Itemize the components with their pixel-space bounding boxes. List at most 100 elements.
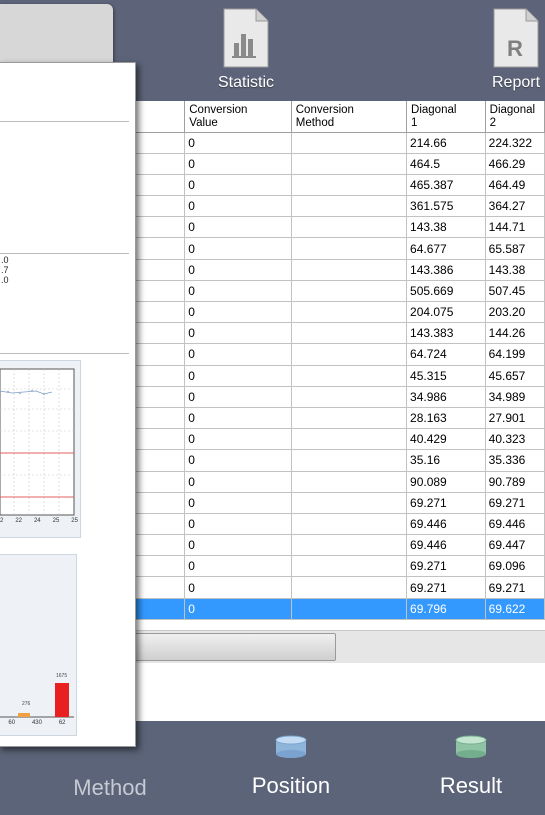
table-row[interactable]: 0 69.271 69.271	[118, 576, 545, 599]
cell-conversion-method[interactable]	[291, 195, 408, 218]
cell-conversion-method[interactable]	[291, 153, 408, 175]
cell-diagonal1[interactable]: 64.724	[406, 343, 486, 366]
cell-diagonal1[interactable]: 35.16	[406, 449, 486, 472]
cell-conversion-value[interactable]: 0	[184, 174, 292, 197]
cell-conversion-method[interactable]	[291, 174, 408, 197]
cell-conversion-value[interactable]: 0	[184, 322, 292, 345]
table-row[interactable]: 0 64.724 64.199	[118, 343, 545, 366]
cell-diagonal1[interactable]: 40.429	[406, 428, 486, 451]
table-row[interactable]: 0 465.387 464.49	[118, 174, 545, 197]
cell-diagonal1[interactable]: 90.089	[406, 471, 486, 493]
cell-conversion-value[interactable]: 0	[184, 576, 292, 599]
table-row[interactable]: 0 45.315 45.657	[118, 365, 545, 387]
cell-conversion-method[interactable]	[291, 301, 408, 324]
table-row[interactable]: 0 35.16 35.336	[118, 449, 545, 472]
method-tab[interactable]: Method	[60, 775, 160, 801]
cell-diagonal2[interactable]: 69.271	[485, 492, 545, 514]
cell-conversion-method[interactable]	[291, 237, 408, 260]
cell-conversion-method[interactable]	[291, 428, 408, 451]
cell-diagonal1[interactable]: 143.386	[406, 259, 486, 281]
cell-conversion-value[interactable]: 0	[184, 365, 292, 387]
cell-diagonal2[interactable]: 507.45	[485, 280, 545, 303]
table-row[interactable]: 0 69.796 69.622	[118, 598, 545, 620]
cell-diagonal1[interactable]: 69.271	[406, 576, 486, 599]
cell-diagonal1[interactable]: 69.796	[406, 598, 486, 620]
table-row[interactable]: 0 64.677 65.587	[118, 237, 545, 260]
horizontal-scrollbar[interactable]	[118, 630, 545, 663]
cell-diagonal1[interactable]: 45.315	[406, 365, 486, 387]
scrollbar-thumb[interactable]	[118, 633, 336, 661]
cell-diagonal1[interactable]: 143.38	[406, 216, 486, 239]
cell-diagonal1[interactable]: 464.5	[406, 153, 486, 175]
cell-diagonal2[interactable]: 69.096	[485, 555, 545, 578]
cell-diagonal1[interactable]: 204.075	[406, 301, 486, 324]
cell-conversion-value[interactable]: 0	[184, 555, 292, 578]
table-row[interactable]: 0 361.575 364.27	[118, 195, 545, 218]
table-row[interactable]: 0 90.089 90.789	[118, 471, 545, 493]
cell-conversion-value[interactable]: 0	[184, 195, 292, 218]
position-tab[interactable]: Position	[235, 735, 347, 799]
cell-diagonal1[interactable]: 28.163	[406, 407, 486, 430]
cell-conversion-value[interactable]: 0	[184, 132, 292, 154]
cell-diagonal1[interactable]: 69.446	[406, 534, 486, 557]
table-row[interactable]: 0 28.163 27.901	[118, 407, 545, 430]
cell-conversion-value[interactable]: 0	[184, 237, 292, 260]
cell-diagonal2[interactable]: 224.322	[485, 132, 545, 154]
cell-diagonal2[interactable]: 69.447	[485, 534, 545, 557]
cell-diagonal1[interactable]: 465.387	[406, 174, 486, 197]
column-header-conversion-value[interactable]: Conversion Value	[184, 101, 292, 133]
cell-diagonal1[interactable]: 34.986	[406, 386, 486, 408]
cell-conversion-method[interactable]	[291, 132, 408, 154]
cell-conversion-value[interactable]: 0	[184, 471, 292, 493]
statistic-button[interactable]: Statistic	[212, 8, 280, 91]
cell-diagonal2[interactable]: 464.49	[485, 174, 545, 197]
cell-conversion-value[interactable]: 0	[184, 449, 292, 472]
table-row[interactable]: 0 69.271 69.096	[118, 555, 545, 578]
column-header-conversion-method[interactable]: Conversion Method	[291, 101, 408, 133]
table-row[interactable]: 0 34.986 34.989	[118, 386, 545, 408]
table-row[interactable]: 0 143.38 144.71	[118, 216, 545, 239]
cell-conversion-method[interactable]	[291, 471, 408, 493]
cell-diagonal2[interactable]: 69.622	[485, 598, 545, 620]
cell-conversion-value[interactable]: 0	[184, 153, 292, 175]
cell-diagonal1[interactable]: 69.271	[406, 492, 486, 514]
cell-conversion-method[interactable]	[291, 534, 408, 557]
cell-conversion-value[interactable]: 0	[184, 534, 292, 557]
cell-conversion-value[interactable]: 0	[184, 386, 292, 408]
table-row[interactable]: 0 69.446 69.447	[118, 534, 545, 557]
cell-diagonal2[interactable]: 69.271	[485, 576, 545, 599]
cell-conversion-value[interactable]: 0	[184, 216, 292, 239]
cell-conversion-value[interactable]: 0	[184, 598, 292, 620]
table-row[interactable]: 0 214.66 224.322	[118, 132, 545, 154]
column-header-diagonal2[interactable]: Diagonal 2	[485, 101, 545, 133]
table-row[interactable]: 0 40.429 40.323	[118, 428, 545, 451]
cell-conversion-method[interactable]	[291, 343, 408, 366]
cell-diagonal2[interactable]: 40.323	[485, 428, 545, 451]
table-row[interactable]: 0 505.669 507.45	[118, 280, 545, 303]
cell-diagonal2[interactable]: 143.38	[485, 259, 545, 281]
table-row[interactable]: 0 143.383 144.26	[118, 322, 545, 345]
table-row[interactable]: 0 143.386 143.38	[118, 259, 545, 281]
cell-diagonal2[interactable]: 64.199	[485, 343, 545, 366]
cell-conversion-method[interactable]	[291, 280, 408, 303]
cell-diagonal2[interactable]: 144.71	[485, 216, 545, 239]
cell-diagonal2[interactable]: 34.989	[485, 386, 545, 408]
cell-conversion-method[interactable]	[291, 407, 408, 430]
cell-conversion-value[interactable]: 0	[184, 492, 292, 514]
cell-conversion-value[interactable]: 0	[184, 513, 292, 536]
cell-conversion-method[interactable]	[291, 598, 408, 620]
cell-conversion-method[interactable]	[291, 492, 408, 514]
result-tab[interactable]: Result	[425, 735, 517, 799]
cell-diagonal2[interactable]: 364.27	[485, 195, 545, 218]
table-row[interactable]: 0 464.5 466.29	[118, 153, 545, 175]
cell-diagonal2[interactable]: 203.20	[485, 301, 545, 324]
cell-diagonal1[interactable]: 69.271	[406, 555, 486, 578]
cell-diagonal2[interactable]: 45.657	[485, 365, 545, 387]
cell-conversion-method[interactable]	[291, 322, 408, 345]
cell-conversion-method[interactable]	[291, 576, 408, 599]
cell-diagonal1[interactable]: 214.66	[406, 132, 486, 154]
table-row[interactable]: 0 204.075 203.20	[118, 301, 545, 324]
cell-diagonal1[interactable]: 505.669	[406, 280, 486, 303]
cell-conversion-value[interactable]: 0	[184, 407, 292, 430]
cell-conversion-value[interactable]: 0	[184, 301, 292, 324]
